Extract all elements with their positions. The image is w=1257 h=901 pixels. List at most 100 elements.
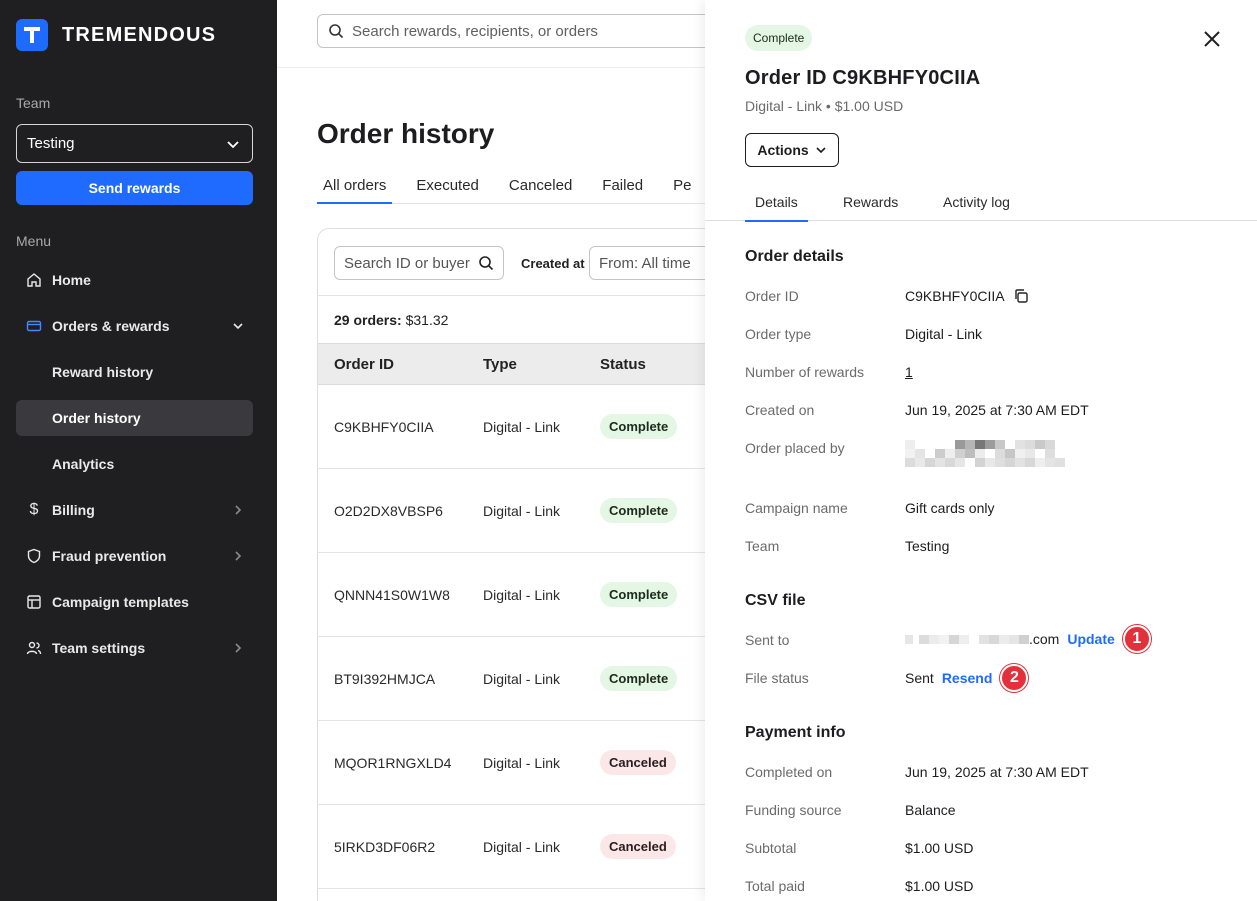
num-rewards-link[interactable]: 1 <box>905 364 913 380</box>
redacted-email <box>905 634 1029 644</box>
order-detail-drawer: Complete Order ID C9KBHFY0CIIA Digital -… <box>705 0 1257 901</box>
order-title: Order ID C9KBHFY0CIIA <box>745 67 981 89</box>
sidebar-item-orders-rewards[interactable]: Orders & rewards <box>16 308 253 344</box>
status-badge: Complete <box>600 582 678 607</box>
team-value: Testing <box>905 538 950 554</box>
brand-name: TREMENDOUS <box>62 23 217 46</box>
order-id-cell: 5IRKD3DF06R2 <box>334 838 436 855</box>
tab-canceled[interactable]: Canceled <box>503 170 578 204</box>
sidebar-item-label: Analytics <box>52 456 115 472</box>
sidebar-item-label: Team settings <box>52 640 146 656</box>
type-cell: Digital - Link <box>483 586 561 603</box>
num-rewards-label: Number of rewards <box>745 364 865 380</box>
chevron-down-icon <box>223 320 253 332</box>
payment-info-heading: Payment info <box>745 724 846 741</box>
team-label: Team <box>745 538 780 554</box>
completed-on-label: Completed on <box>745 764 833 780</box>
id-search[interactable] <box>334 246 504 280</box>
update-link[interactable]: Update <box>1067 631 1114 647</box>
page-title: Order history <box>317 118 495 149</box>
sidebar-item-label: Fraud prevention <box>52 548 167 564</box>
tab-activity-log[interactable]: Activity log <box>943 194 1010 210</box>
tab-all-orders[interactable]: All orders <box>317 170 393 204</box>
close-drawer-button[interactable] <box>1201 28 1223 50</box>
copy-icon[interactable] <box>1013 288 1029 304</box>
status-badge: Complete <box>600 666 678 691</box>
sidebar-item-billing[interactable]: $ Billing <box>16 492 253 528</box>
tab-rewards[interactable]: Rewards <box>843 194 898 210</box>
order-id-cell: BT9I392HMJCA <box>334 670 436 687</box>
order-type-value: Digital - Link <box>905 326 983 342</box>
sidebar-item-reward-history[interactable]: Reward history <box>16 354 253 390</box>
tab-pending[interactable]: Pe <box>667 170 697 204</box>
type-cell: Digital - Link <box>483 754 561 771</box>
total-paid-value: $1.00 USD <box>905 878 974 894</box>
type-cell: Digital - Link <box>483 838 561 855</box>
created-on-label: Created on <box>745 402 815 418</box>
brand[interactable]: TREMENDOUS <box>16 19 216 51</box>
send-rewards-button[interactable]: Send rewards <box>16 171 253 205</box>
sidebar-item-fraud-prevention[interactable]: Fraud prevention <box>16 538 253 574</box>
menu-label: Menu <box>16 233 52 249</box>
resend-link[interactable]: Resend <box>942 670 993 686</box>
order-id-text: C9KBHFY0CIIA <box>905 288 1005 304</box>
template-icon <box>16 594 52 610</box>
subtotal-value: $1.00 USD <box>905 840 974 856</box>
sidebar-item-label: Billing <box>52 502 95 518</box>
actions-button[interactable]: Actions <box>745 133 839 167</box>
close-icon <box>1204 31 1220 47</box>
tab-executed[interactable]: Executed <box>410 170 485 204</box>
sent-to-value: .com Update 1 <box>905 625 1151 653</box>
redacted-name <box>905 458 1065 467</box>
card-icon <box>16 318 52 334</box>
placed-by-redacted <box>905 440 1065 467</box>
funding-source-label: Funding source <box>745 802 842 818</box>
column-header-order-id[interactable]: Order ID <box>334 356 394 373</box>
order-subtitle: Digital - Link • $1.00 USD <box>745 98 904 114</box>
users-icon <box>16 640 52 656</box>
actions-label: Actions <box>757 142 809 158</box>
column-header-type[interactable]: Type <box>483 356 517 373</box>
order-id-cell: QNNN41S0W1W8 <box>334 586 450 603</box>
order-status-badge: Complete <box>745 25 813 51</box>
sent-to-domain: .com <box>1029 631 1060 647</box>
chevron-right-icon <box>223 504 253 516</box>
funding-source-value: Balance <box>905 802 956 818</box>
status-badge: Complete <box>600 414 678 439</box>
chevron-down-icon <box>816 147 826 154</box>
redacted-name <box>905 449 1065 458</box>
sidebar-item-analytics[interactable]: Analytics <box>16 446 253 482</box>
orders-count: 29 orders: <box>334 312 402 328</box>
team-select[interactable]: Testing <box>16 124 253 163</box>
order-details-heading: Order details <box>745 248 844 265</box>
created-on-value: Jun 19, 2025 at 7:30 AM EDT <box>905 402 1089 418</box>
file-status-label: File status <box>745 670 809 686</box>
global-search-input[interactable] <box>352 22 752 40</box>
column-header-status[interactable]: Status <box>600 356 646 373</box>
order-id-cell: C9KBHFY0CIIA <box>334 418 434 435</box>
tab-details[interactable]: Details <box>745 194 808 222</box>
order-id-cell: O2D2DX8VBSP6 <box>334 502 443 519</box>
total-paid-label: Total paid <box>745 878 805 894</box>
sidebar-item-label: Reward history <box>52 364 154 380</box>
tab-failed[interactable]: Failed <box>596 170 649 204</box>
annotation-marker-2: 2 <box>1000 664 1029 692</box>
order-id-label: Order ID <box>745 288 799 304</box>
sidebar-item-label: Orders & rewards <box>52 318 170 334</box>
sidebar-item-order-history[interactable]: Order history <box>16 400 253 436</box>
sidebar-item-home[interactable]: Home <box>16 262 253 298</box>
id-search-input[interactable] <box>344 254 474 272</box>
csv-file-heading: CSV file <box>745 592 806 609</box>
type-cell: Digital - Link <box>483 418 561 435</box>
sidebar-item-campaign-templates[interactable]: Campaign templates <box>16 584 253 620</box>
sidebar-item-label: Order history <box>52 410 141 426</box>
placed-by-label: Order placed by <box>745 440 845 456</box>
sidebar-item-team-settings[interactable]: Team settings <box>16 630 253 666</box>
sidebar-item-label: Home <box>52 272 91 288</box>
order-id-cell: MQOR1RNGXLD4 <box>334 754 452 771</box>
status-badge: Canceled <box>600 750 676 775</box>
sent-to-label: Sent to <box>745 632 790 648</box>
campaign-label: Campaign name <box>745 500 848 516</box>
home-icon <box>16 272 52 288</box>
campaign-value: Gift cards only <box>905 500 995 516</box>
